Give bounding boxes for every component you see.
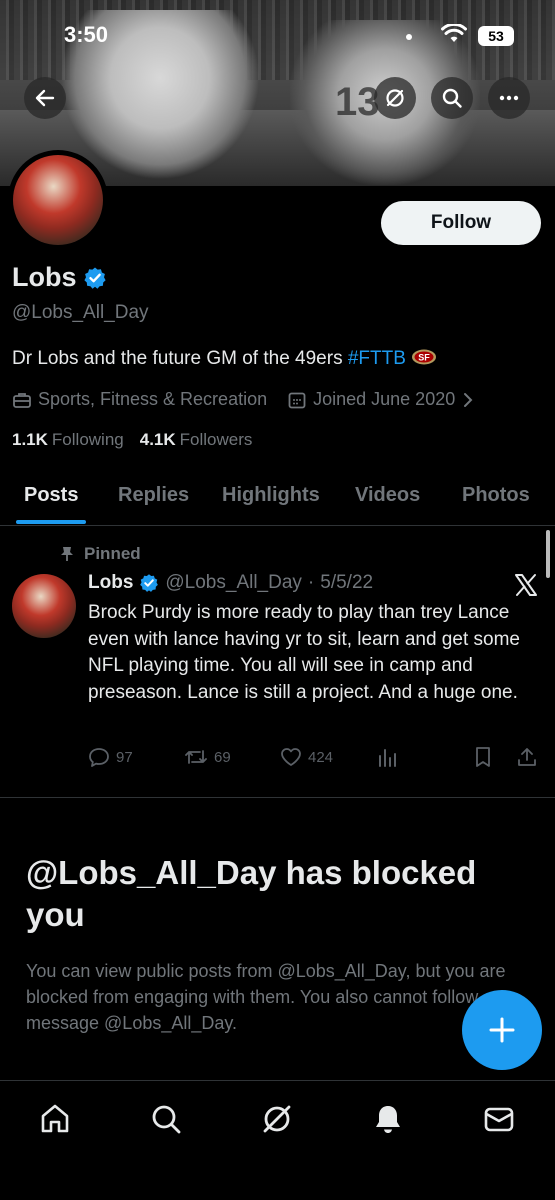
profile-name-text: Lobs (12, 262, 77, 292)
follow-button[interactable]: Follow (381, 201, 541, 245)
tab-photos[interactable]: Photos (462, 484, 530, 507)
banner-jersey-number: 13 (335, 80, 380, 124)
tab-videos[interactable]: Videos (355, 484, 420, 507)
bio-text: Dr Lobs and the future GM of the 49ers (12, 348, 348, 369)
post-author-handle: @Lobs_All_Day (165, 572, 302, 593)
blocked-title: @Lobs_All_Day has blocked you (26, 854, 477, 933)
repost-count: 69 (214, 748, 231, 766)
verified-badge-icon[interactable] (83, 266, 107, 290)
back-button[interactable] (24, 77, 66, 119)
profile-handle: @Lobs_All_Day (12, 302, 149, 323)
active-tab-indicator (16, 520, 86, 524)
share-icon (518, 748, 536, 766)
like-count: 424 (308, 748, 334, 766)
pin-icon (61, 547, 73, 561)
profile-category: Sports, Fitness & Recreation (38, 389, 268, 409)
following-label: Following (51, 430, 124, 449)
more-options-button[interactable] (488, 77, 530, 119)
avatar-image (13, 155, 103, 245)
post-author-avatar[interactable] (12, 574, 76, 638)
briefcase-icon (13, 392, 31, 408)
profile-meta: Sports, Fitness & Recreation Joined June… (12, 389, 475, 410)
scrollbar[interactable] (546, 530, 550, 578)
calendar-icon (288, 392, 306, 408)
views-chart-icon (379, 749, 396, 767)
pinned-text: Pinned (84, 544, 141, 563)
post-header: Lobs @Lobs_All_Day · 5/5/22 (88, 572, 373, 594)
nav-grok[interactable] (257, 1099, 297, 1139)
reply-button[interactable]: 97 (88, 746, 133, 768)
repost-icon (185, 750, 207, 764)
followers-label: Followers (179, 430, 253, 449)
plus-icon (489, 1017, 515, 1043)
camera-indicator-dot (406, 34, 412, 40)
profile-tabs: Posts Replies Highlights Videos Photos (0, 470, 555, 526)
post-actions: 97 69 424 (88, 746, 543, 770)
following-link[interactable]: 1.1K Following (12, 430, 124, 450)
compose-post-button[interactable] (462, 990, 542, 1070)
profile-bio: Dr Lobs and the future GM of the 49ers #… (12, 348, 437, 370)
heart-icon (281, 748, 301, 766)
svg-text:SF: SF (418, 353, 430, 363)
bookmark-icon (476, 747, 490, 767)
grok-icon (386, 89, 404, 107)
reply-icon (89, 748, 109, 767)
tab-replies[interactable]: Replies (118, 484, 189, 507)
x-logo-icon[interactable] (513, 572, 539, 598)
bottom-navigation (0, 1080, 555, 1200)
nav-notifications[interactable] (368, 1099, 408, 1139)
tab-highlights[interactable]: Highlights (222, 484, 320, 507)
bookmark-button[interactable] (472, 746, 494, 768)
search-icon (442, 88, 462, 108)
notifications-icon (376, 1106, 400, 1133)
profile-counts: 1.1K Following 4.1K Followers (12, 430, 252, 450)
post-author-name[interactable]: Lobs (88, 572, 133, 594)
followers-count: 4.1K (139, 430, 176, 449)
views-button[interactable] (376, 746, 398, 768)
chevron-right-icon (464, 392, 473, 407)
wifi-icon (441, 24, 467, 42)
followers-link[interactable]: 4.1K Followers (140, 430, 253, 450)
nav-messages[interactable] (479, 1099, 519, 1139)
search-profile-button[interactable] (431, 77, 473, 119)
post-avatar-image (12, 574, 76, 638)
profile-joined-date[interactable]: Joined June 2020 (313, 389, 455, 410)
blocked-description: You can view public posts from @Lobs_All… (26, 961, 506, 1033)
profile-name: Lobs (12, 262, 107, 293)
back-arrow-icon (35, 89, 55, 107)
bio-hashtag-link[interactable]: #FTTB (348, 348, 406, 369)
following-count: 1.1K (12, 430, 48, 449)
reply-count: 97 (116, 748, 133, 766)
nav-home[interactable] (35, 1099, 75, 1139)
messages-icon (484, 1107, 514, 1132)
post-date[interactable]: 5/5/22 (320, 572, 373, 594)
grok-icon (263, 1105, 291, 1133)
profile-avatar[interactable] (8, 150, 108, 250)
status-time: 3:50 (64, 22, 109, 47)
like-button[interactable]: 424 (280, 746, 333, 768)
pinned-post[interactable]: Pinned Lobs @Lobs_All_Day · 5/5/22 Brock… (0, 526, 555, 798)
post-body: Brock Purdy is more ready to play than t… (88, 602, 520, 703)
pinned-label: Pinned (60, 544, 141, 564)
search-icon (152, 1105, 181, 1134)
share-button[interactable] (516, 746, 538, 768)
tab-posts[interactable]: Posts (24, 484, 78, 507)
status-bar: 3:50 53 (0, 0, 555, 70)
more-dots-icon (499, 95, 519, 101)
49ers-logo-emoji: SF (412, 349, 437, 365)
battery-indicator: 53 (478, 26, 514, 46)
post-separator: · (307, 572, 315, 593)
verified-badge-icon (140, 574, 159, 592)
home-icon (41, 1104, 69, 1133)
grok-button[interactable] (374, 77, 416, 119)
nav-search[interactable] (146, 1099, 186, 1139)
repost-button[interactable]: 69 (184, 746, 231, 768)
